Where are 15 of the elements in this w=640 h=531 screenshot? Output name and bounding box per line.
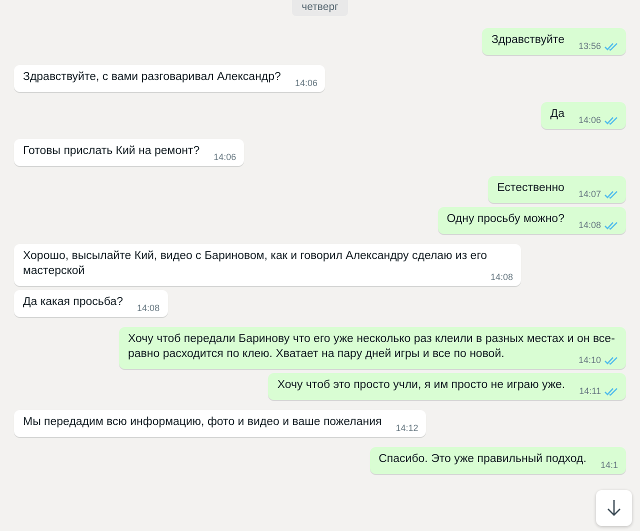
down-arrow-icon [606, 499, 622, 517]
outgoing-message: Хочу чтоб передали Баринову что его уже несколько раз клеили в разных местах и он все-равно расходится по клею. Хватает на пару дней игры и все по новой. 14:10 [119, 327, 626, 369]
incoming-message: Здравствуйте, с вами разговаривал Александр? 14:06 [14, 65, 326, 92]
outgoing-message: Да 14:06 [541, 102, 626, 129]
outgoing-message: Естественно 14:07 [488, 176, 626, 203]
outgoing-message: Хочу чтоб это просто учли, я им просто не играю уже. 14:11 [268, 373, 626, 400]
incoming-message: Да какая просьба? 14:08 [14, 290, 168, 317]
scroll-down-button[interactable] [596, 490, 632, 526]
outgoing-message: Спасибо. Это уже правильный подход. 14:1 [370, 447, 626, 474]
outgoing-message: Здравствуйте 13:56 [482, 28, 626, 55]
incoming-message: Готовы прислать Кий на ремонт? 14:06 [14, 139, 244, 166]
incoming-message: Хорошо, высылайте Кий, видео с Бариновом, как и говорил Александру сделаю из его мастерской 14:08 [14, 244, 521, 286]
incoming-message: Мы передадим всю информацию, фото и видео и ваше пожелания 14:12 [14, 410, 426, 437]
date-chip: четверг [292, 0, 348, 16]
outgoing-message: Одну просьбу можно? 14:08 [438, 207, 626, 234]
